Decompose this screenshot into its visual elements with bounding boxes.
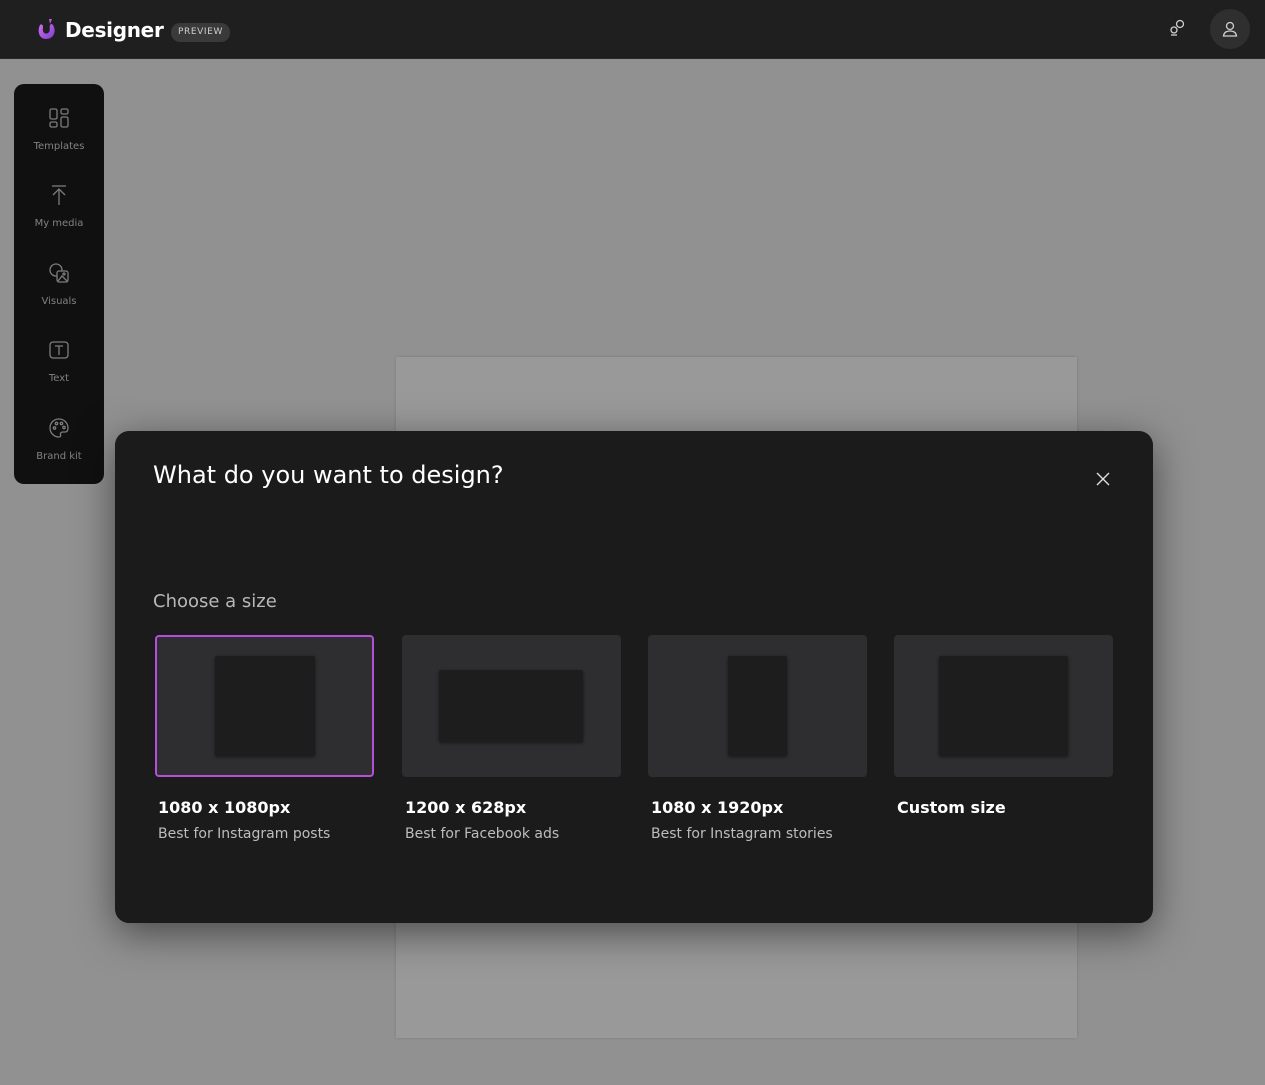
share-icon[interactable]	[1168, 18, 1188, 38]
custom-preview	[939, 656, 1068, 756]
size-option-subtitle: Best for Instagram posts	[158, 826, 331, 842]
size-option-1080x1920[interactable]: 1080 x 1920px Best for Instagram stories	[648, 635, 867, 842]
size-option-title: 1080 x 1920px	[651, 798, 784, 817]
size-thumbnail[interactable]	[894, 635, 1113, 777]
top-bar: Designer PREVIEW	[0, 0, 1265, 59]
size-thumbnail[interactable]	[648, 635, 867, 777]
close-button[interactable]	[1091, 467, 1115, 491]
size-thumbnail[interactable]	[402, 635, 621, 777]
size-option-custom[interactable]: Custom size	[894, 635, 1113, 817]
size-option-subtitle: Best for Instagram stories	[651, 826, 833, 842]
dialog-title: What do you want to design?	[153, 461, 504, 489]
portrait-preview	[728, 656, 787, 756]
landscape-preview	[439, 670, 583, 742]
square-preview	[215, 656, 315, 756]
avatar[interactable]	[1210, 9, 1250, 49]
size-option-1080x1080[interactable]: 1080 x 1080px Best for Instagram posts	[155, 635, 374, 842]
size-option-title: 1080 x 1080px	[158, 798, 291, 817]
size-option-title: 1200 x 628px	[405, 798, 527, 817]
preview-badge: PREVIEW	[171, 23, 230, 42]
size-option-title: Custom size	[897, 798, 1006, 817]
user-icon	[1222, 21, 1238, 37]
app-title: Designer	[65, 18, 164, 42]
size-thumbnail[interactable]	[155, 635, 374, 777]
size-option-subtitle: Best for Facebook ads	[405, 826, 560, 842]
size-option-1200x628[interactable]: 1200 x 628px Best for Facebook ads	[402, 635, 621, 842]
close-icon	[1096, 472, 1110, 486]
designer-logo-icon[interactable]	[34, 17, 60, 43]
section-label: Choose a size	[153, 591, 277, 612]
choose-size-dialog: What do you want to design? Choose a siz…	[115, 431, 1153, 923]
